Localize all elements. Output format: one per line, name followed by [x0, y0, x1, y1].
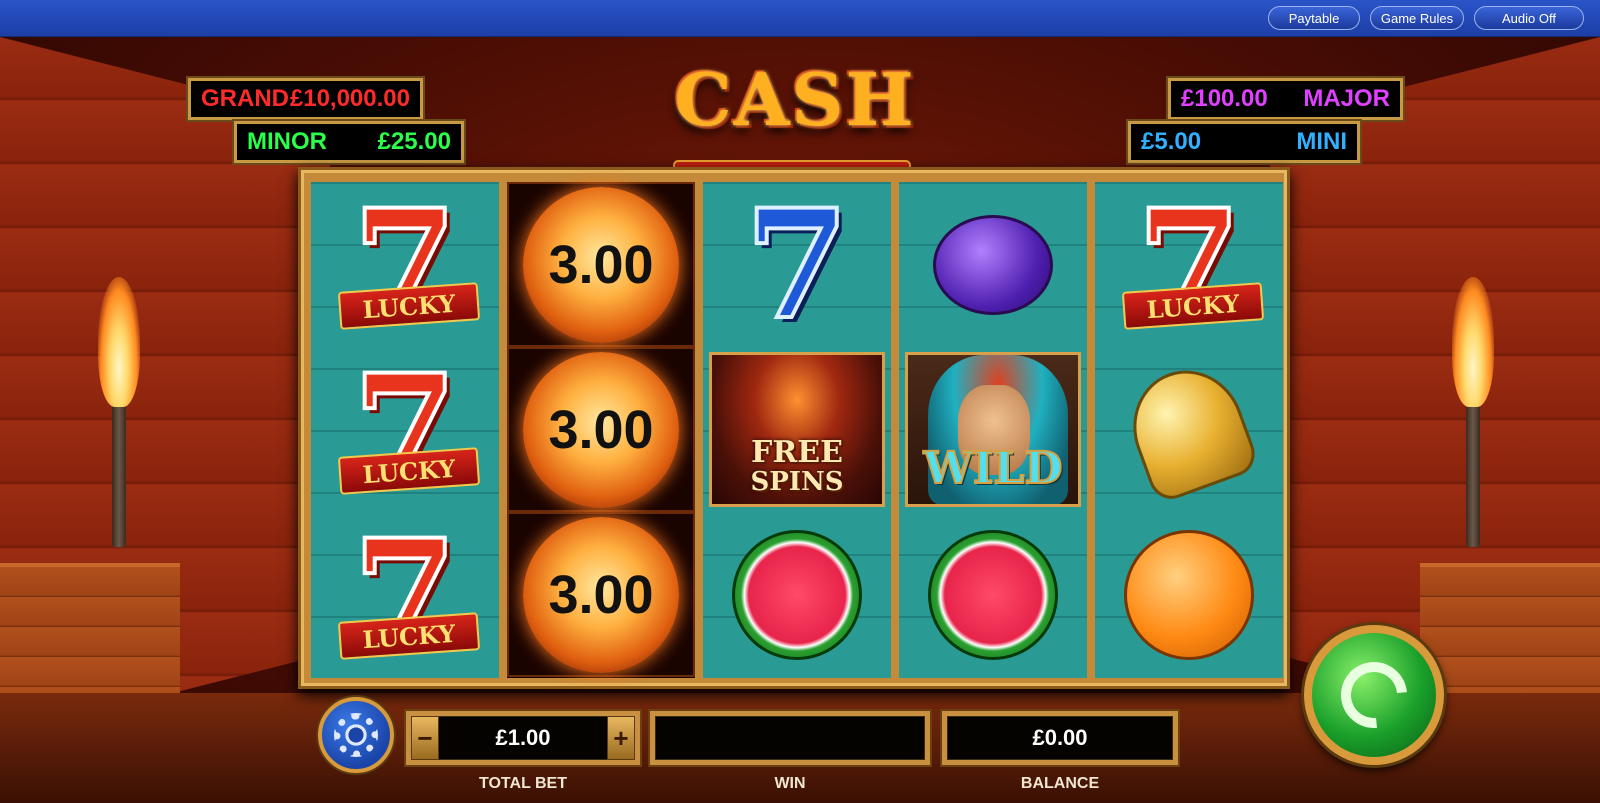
- jackpot-grand-amount: £10,000.00: [289, 85, 410, 112]
- top-bar: Paytable Game Rules Audio Off: [0, 0, 1600, 37]
- paytable-button[interactable]: Paytable: [1268, 6, 1360, 30]
- total-bet-label: TOTAL BET: [479, 775, 567, 792]
- blue-seven-symbol: 7: [703, 182, 891, 347]
- gear-icon: [334, 713, 378, 757]
- win-panel: [648, 709, 932, 767]
- watermelon-symbol: [703, 512, 891, 677]
- fireball-value: 3.00: [523, 186, 679, 343]
- win-label: WIN: [774, 775, 806, 792]
- torch-right-icon: [1452, 277, 1494, 547]
- jackpot-mini: £5.00 MINI: [1126, 119, 1362, 165]
- jackpot-mini-amount: £5.00: [1141, 128, 1202, 155]
- watermelon-icon: [732, 529, 862, 660]
- reel-1: 7 LUCKY 7 LUCKY 7 LUCKY: [311, 182, 499, 678]
- free-spins-line1: FREE: [751, 435, 843, 471]
- watermelon-symbol: [899, 512, 1087, 677]
- win-value: [655, 716, 925, 760]
- orange-symbol: [1095, 512, 1283, 677]
- fireball-value: 3.00: [523, 516, 679, 673]
- lucky-seven-symbol: 7 LUCKY: [1095, 182, 1283, 347]
- cash-fireball-symbol: 3.00: [507, 512, 695, 677]
- reel-5: 7 LUCKY: [1095, 182, 1283, 678]
- plum-symbol: [899, 182, 1087, 347]
- cash-fireball-symbol: 3.00: [507, 182, 695, 347]
- reel-grid: 7 LUCKY 7 LUCKY 7 LUCKY 3.00 3.00 3.00 7: [298, 167, 1290, 689]
- reel-4: WILD: [899, 182, 1087, 678]
- lucky-seven-symbol: 7 LUCKY: [311, 347, 499, 512]
- balance-panel: £0.00: [940, 709, 1180, 767]
- orange-icon: [1124, 529, 1254, 660]
- jackpot-mini-name: MINI: [1296, 128, 1347, 155]
- cash-fireball-symbol: 3.00: [507, 347, 695, 512]
- blue-seven-icon: 7: [743, 176, 851, 353]
- fireball-value: 3.00: [523, 351, 679, 508]
- spin-button[interactable]: [1304, 625, 1444, 765]
- audio-toggle-button[interactable]: Audio Off: [1474, 6, 1584, 30]
- bet-decrease-button[interactable]: −: [411, 716, 439, 760]
- game-rules-button[interactable]: Game Rules: [1370, 6, 1464, 30]
- jackpot-major: £100.00 MAJOR: [1166, 76, 1405, 122]
- free-spins-symbol: FREE SPINS: [703, 347, 891, 512]
- reel-2: 3.00 3.00 3.00: [507, 182, 695, 678]
- jackpot-grand: GRAND £10,000.00: [186, 76, 425, 122]
- bet-increase-button[interactable]: +: [607, 716, 635, 760]
- total-bet-value: £1.00: [411, 716, 635, 760]
- free-spins-line2: SPINS: [750, 466, 844, 497]
- jackpot-minor: MINOR £25.00: [232, 119, 466, 165]
- game-title: CASH ERUPTION: [563, 57, 1024, 262]
- lucky-seven-symbol: 7 LUCKY: [311, 512, 499, 677]
- lucky-seven-symbol: 7 LUCKY: [311, 182, 499, 347]
- jackpot-major-amount: £100.00: [1181, 85, 1268, 112]
- plum-icon: [933, 214, 1053, 315]
- spin-arrow-icon: [1327, 648, 1421, 742]
- jackpot-grand-name: GRAND: [201, 85, 289, 112]
- jackpot-minor-amount: £25.00: [377, 128, 451, 155]
- aztec-princess-icon: WILD: [905, 352, 1081, 507]
- jackpot-minor-name: MINOR: [247, 128, 327, 155]
- balance-label: BALANCE: [1020, 775, 1100, 792]
- wild-symbol: WILD: [899, 347, 1087, 512]
- torch-left-icon: [98, 277, 140, 547]
- bell-icon: [1116, 354, 1262, 505]
- jackpot-major-name: MAJOR: [1303, 85, 1390, 112]
- wild-label: WILD: [922, 442, 1063, 495]
- reel-3: 7 FREE SPINS: [703, 182, 891, 678]
- settings-button[interactable]: [318, 697, 394, 773]
- bell-symbol: [1095, 347, 1283, 512]
- total-bet-panel: £1.00 − +: [404, 709, 642, 767]
- volcano-icon: FREE SPINS: [709, 352, 885, 507]
- watermelon-icon: [928, 529, 1058, 660]
- balance-value: £0.00: [947, 716, 1173, 760]
